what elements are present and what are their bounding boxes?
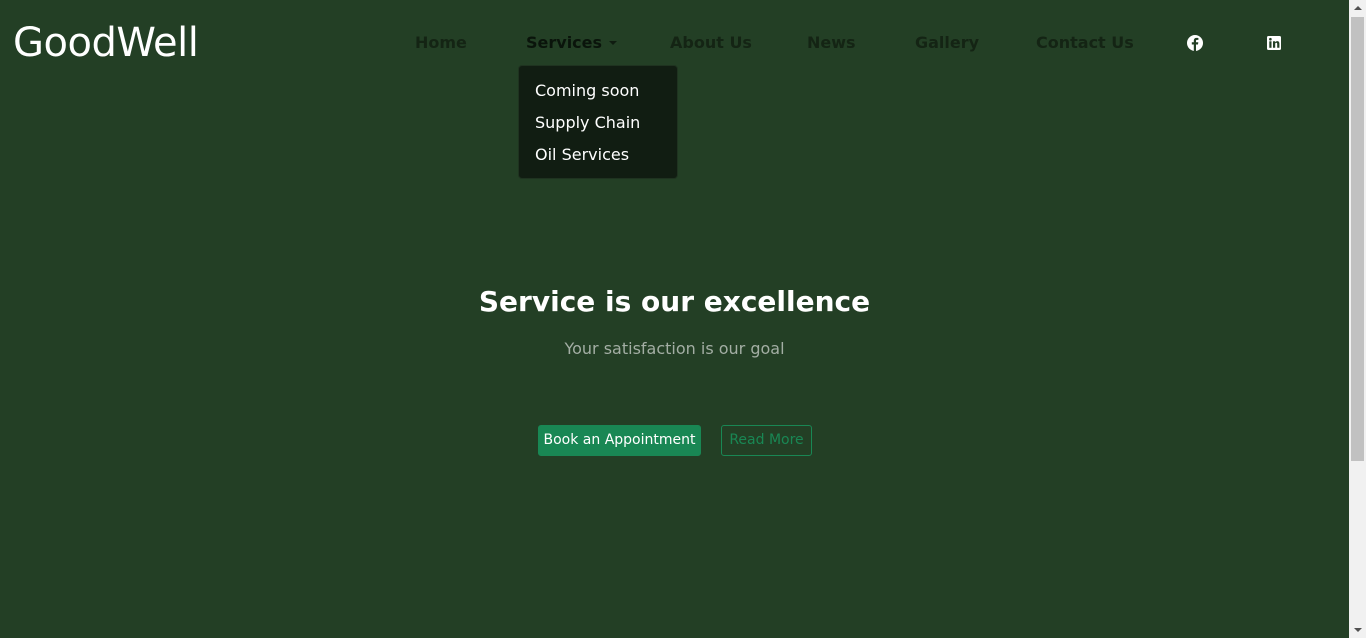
page: GoodWell Home Services About Us News Gal… — [0, 0, 1366, 638]
linkedin-icon[interactable] — [1265, 34, 1283, 52]
nav-about-us[interactable]: About Us — [670, 31, 752, 55]
facebook-icon[interactable] — [1186, 34, 1204, 52]
nav-gallery[interactable]: Gallery — [915, 31, 979, 55]
scrollbar-thumb[interactable] — [1351, 17, 1364, 461]
dropdown-item-supply-chain[interactable]: Supply Chain — [519, 107, 677, 139]
nav-news[interactable]: News — [807, 31, 856, 55]
hero-title: Service is our excellence — [478, 285, 871, 318]
nav-services-label: Services — [526, 33, 603, 52]
nav-services[interactable]: Services — [526, 31, 618, 55]
services-dropdown-menu: Coming soon Supply Chain Oil Services — [518, 65, 678, 179]
book-appointment-button[interactable]: Book an Appointment — [538, 425, 701, 456]
dropdown-item-coming-soon[interactable]: Coming soon — [519, 75, 677, 107]
nav-contact-us[interactable]: Contact Us — [1036, 31, 1134, 55]
dropdown-item-oil-services[interactable]: Oil Services — [519, 139, 677, 171]
hero-subtitle: Your satisfaction is our goal — [564, 339, 785, 358]
read-more-button[interactable]: Read More — [721, 425, 812, 456]
chevron-down-icon — [609, 41, 618, 45]
brand-logo[interactable]: GoodWell — [13, 18, 199, 68]
vertical-scrollbar[interactable] — [1349, 0, 1366, 638]
scroll-up-arrow-icon[interactable] — [1349, 0, 1366, 17]
nav-home[interactable]: Home — [415, 31, 467, 55]
scroll-down-arrow-icon[interactable] — [1349, 621, 1366, 638]
viewport: GoodWell Home Services About Us News Gal… — [0, 0, 1349, 638]
